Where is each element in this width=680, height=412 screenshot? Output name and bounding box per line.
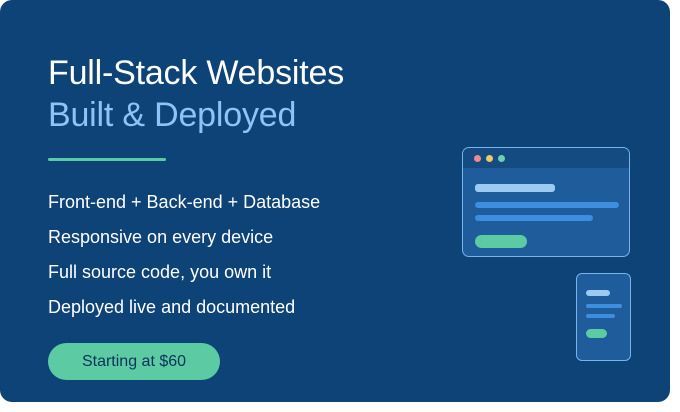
phone-text-placeholder-line — [586, 304, 622, 308]
feature-item-responsive: Responsive on every device — [48, 227, 274, 247]
feature-item-stack: Front-end + Back-end + Database — [48, 192, 321, 212]
pricing-cta-button[interactable]: Starting at $60 — [48, 343, 220, 380]
browser-heading-placeholder — [475, 184, 555, 192]
title-line-secondary: Built & Deployed — [48, 96, 297, 134]
phone-text-placeholder-line — [586, 314, 615, 318]
phone-button-placeholder — [586, 329, 607, 338]
browser-window-icon — [462, 147, 630, 257]
promo-card: Full-Stack Websites Built & Deployed Fro… — [0, 0, 670, 402]
phone-heading-placeholder — [586, 290, 610, 296]
browser-button-placeholder — [475, 235, 527, 248]
accent-divider — [48, 158, 166, 161]
title-line-primary: Full-Stack Websites — [48, 54, 344, 92]
mobile-phone-icon — [576, 273, 631, 361]
page-title: Full-Stack Websites Built & Deployed — [48, 52, 344, 136]
browser-text-placeholder-line — [475, 202, 619, 208]
browser-title-bar — [463, 148, 629, 168]
window-maximize-dot-icon — [498, 155, 505, 162]
window-minimize-dot-icon — [486, 155, 493, 162]
browser-text-placeholder-line — [475, 215, 593, 221]
feature-item-deployed: Deployed live and documented — [48, 297, 296, 317]
feature-item-source-code: Full source code, you own it — [48, 262, 272, 282]
window-close-dot-icon — [474, 155, 481, 162]
feature-list: Front-end + Back-end + Database Responsi… — [48, 190, 320, 330]
